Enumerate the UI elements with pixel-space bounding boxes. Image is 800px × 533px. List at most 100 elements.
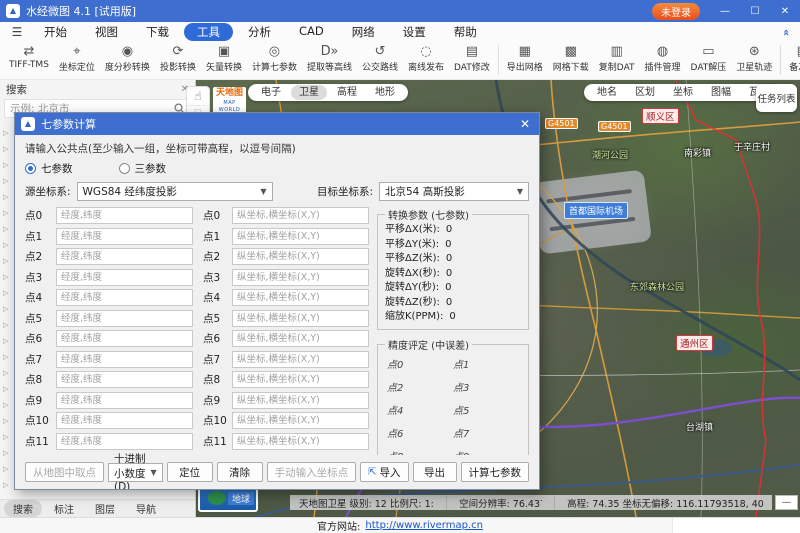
point-input-xy-点2[interactable] xyxy=(232,248,369,265)
coordinate-format-select[interactable]: 十进制小数度(D)▼ xyxy=(108,463,163,482)
point-input-geo-点1[interactable] xyxy=(56,228,193,245)
toolbar-grid-download-button[interactable]: ▩网格下载 xyxy=(548,43,594,77)
login-status-badge[interactable]: 未登录 xyxy=(652,3,700,20)
toolbar-export-grid-button[interactable]: ▦导出网格 xyxy=(502,43,548,77)
point-input-xy-点9[interactable] xyxy=(232,392,369,409)
point-input-geo-点11[interactable] xyxy=(56,433,193,450)
point-input-geo-点6[interactable] xyxy=(56,330,193,347)
radio-seven-circle[interactable] xyxy=(25,163,36,174)
overlay-tab-图幅[interactable]: 图幅 xyxy=(703,85,739,100)
toolbar-dat-edit-button[interactable]: ▤DAT修改 xyxy=(449,43,495,77)
export-button[interactable]: 导出 xyxy=(413,462,457,482)
maximize-button[interactable]: ☐ xyxy=(740,0,770,22)
toolbar-projection-convert-button[interactable]: ⟳投影转换 xyxy=(155,43,201,77)
param-row: 缩放K(PPM):0 xyxy=(385,310,521,325)
toolbar-contour-extract-button[interactable]: D»提取等高线 xyxy=(302,43,357,77)
task-list-button[interactable]: 任务列表 xyxy=(756,84,797,112)
point-input-xy-点7[interactable] xyxy=(232,351,369,368)
toolbar-memo-button[interactable]: ▤备忘录 xyxy=(784,43,800,77)
menu-item-开始[interactable]: 开始 xyxy=(31,23,80,41)
menu-item-网络[interactable]: 网络 xyxy=(339,23,388,41)
point-input-xy-点4[interactable] xyxy=(232,289,369,306)
point-input-xy-点0[interactable] xyxy=(232,207,369,224)
source-cs-select[interactable]: WGS84 经纬度投影▼ xyxy=(77,182,273,201)
panel-tab-标注[interactable]: 标注 xyxy=(45,500,83,517)
toolbar-offline-publish-button[interactable]: ◌离线发布 xyxy=(403,43,449,77)
menu-item-下载[interactable]: 下载 xyxy=(133,23,182,41)
manual-input-button[interactable]: 手动输入坐标点 xyxy=(267,462,357,482)
menu-item-工具[interactable]: 工具 xyxy=(184,23,233,41)
toolbar-label: 坐标定位 xyxy=(59,60,95,73)
toolbar-seven-params-button[interactable]: ◎计算七参数 xyxy=(247,43,302,77)
panel-tab-图层[interactable]: 图层 xyxy=(86,500,124,517)
basemap-tab-卫星[interactable]: 卫星 xyxy=(291,85,327,100)
basemap-tab-地形[interactable]: 地形 xyxy=(367,85,403,100)
dialog-close-icon[interactable]: ✕ xyxy=(511,117,539,131)
locate-button[interactable]: 定位 xyxy=(167,462,213,482)
seven-params-icon: ◎ xyxy=(269,43,280,60)
overlay-tab-地名[interactable]: 地名 xyxy=(589,85,625,100)
point-input-xy-点5[interactable] xyxy=(232,310,369,327)
menu-item-帮助[interactable]: 帮助 xyxy=(441,23,490,41)
minimize-button[interactable]: — xyxy=(710,0,740,22)
point-input-geo-点8[interactable] xyxy=(56,371,193,388)
radio-seven-params[interactable]: 七参数 xyxy=(25,161,73,176)
import-button[interactable]: ⇱导入 xyxy=(360,462,408,482)
basemap-tab-电子[interactable]: 电子 xyxy=(253,85,289,100)
tiff-tms-icon: ⇄ xyxy=(24,43,35,60)
pick-from-map-button[interactable]: 从地图中取点 xyxy=(25,462,104,482)
point-input-geo-点5[interactable] xyxy=(56,310,193,327)
point-input-geo-点4[interactable] xyxy=(56,289,193,306)
globe-button[interactable]: 地球 xyxy=(228,492,254,505)
toolbar-satellite-track-button[interactable]: ⊛卫星轨迹 xyxy=(731,43,777,77)
clear-button[interactable]: 清除 xyxy=(217,462,263,482)
toolbar-copy-dat-button[interactable]: ▥复制DAT xyxy=(594,43,640,77)
toolbar-vector-convert-button[interactable]: ▣矢量转换 xyxy=(201,43,247,77)
offline-publish-icon: ◌ xyxy=(420,43,431,60)
point-input-geo-点10[interactable] xyxy=(56,412,193,429)
param-value: 0 xyxy=(446,223,452,238)
point-input-xy-点1[interactable] xyxy=(232,228,369,245)
close-button[interactable]: ✕ xyxy=(770,0,800,22)
toolbar-locate-button[interactable]: ⌖坐标定位 xyxy=(54,43,100,77)
target-cs-select[interactable]: 北京54 高斯投影▼ xyxy=(379,182,529,201)
contour-extract-icon: D» xyxy=(321,43,339,60)
toolbar-dat-unzip-button[interactable]: ▭DAT解压 xyxy=(686,43,732,77)
panel-tab-导航[interactable]: 导航 xyxy=(127,500,165,517)
panel-tab-搜索[interactable]: 搜索 xyxy=(4,500,42,517)
menu-item-分析[interactable]: 分析 xyxy=(235,23,284,41)
point-input-xy-点10[interactable] xyxy=(232,412,369,429)
calc-seven-params-button[interactable]: 计算七参数 xyxy=(461,462,530,482)
point-input-geo-点0[interactable] xyxy=(56,207,193,224)
point-input-xy-点3[interactable] xyxy=(232,269,369,286)
overlay-tab-坐标[interactable]: 坐标 xyxy=(665,85,701,100)
point-label-right-点7: 点7 xyxy=(197,352,228,367)
point-input-xy-点6[interactable] xyxy=(232,330,369,347)
scrollbar-end-button[interactable]: — xyxy=(775,495,798,510)
hamburger-icon[interactable]: ☰ xyxy=(4,25,30,39)
collapse-ribbon-icon[interactable]: « xyxy=(780,28,793,35)
toolbar-bus-route-button[interactable]: ↺公交路线 xyxy=(357,43,403,77)
param-value: 0 xyxy=(446,252,452,267)
param-label: 平移ΔZ(米): xyxy=(385,252,440,267)
point-input-xy-点11[interactable] xyxy=(232,433,369,450)
toolbar-tiff-tms-button[interactable]: ⇄TIFF-TMS xyxy=(4,43,54,77)
radio-three-params[interactable]: 三参数 xyxy=(119,161,167,176)
accuracy-点1: 点1 xyxy=(453,356,519,371)
menu-item-设置[interactable]: 设置 xyxy=(390,23,439,41)
toolbar-plugin-manager-button[interactable]: ◍插件管理 xyxy=(640,43,686,77)
point-input-geo-点2[interactable] xyxy=(56,248,193,265)
radio-three-circle[interactable] xyxy=(119,163,130,174)
basemap-tab-高程[interactable]: 高程 xyxy=(329,85,365,100)
site-link[interactable]: http://www.rivermap.cn xyxy=(365,520,483,531)
point-input-geo-点9[interactable] xyxy=(56,392,193,409)
toolbar-dms-convert-button[interactable]: ◉度分秒转换 xyxy=(100,43,155,77)
dialog-title-bar[interactable]: ▲ 七参数计算 ✕ xyxy=(15,113,539,135)
point-input-geo-点7[interactable] xyxy=(56,351,193,368)
toolbar-label: 网格下载 xyxy=(553,60,589,73)
point-input-geo-点3[interactable] xyxy=(56,269,193,286)
overlay-tab-区划[interactable]: 区划 xyxy=(627,85,663,100)
menu-item-视图[interactable]: 视图 xyxy=(82,23,131,41)
point-input-xy-点8[interactable] xyxy=(232,371,369,388)
menu-item-CAD[interactable]: CAD xyxy=(286,23,337,41)
